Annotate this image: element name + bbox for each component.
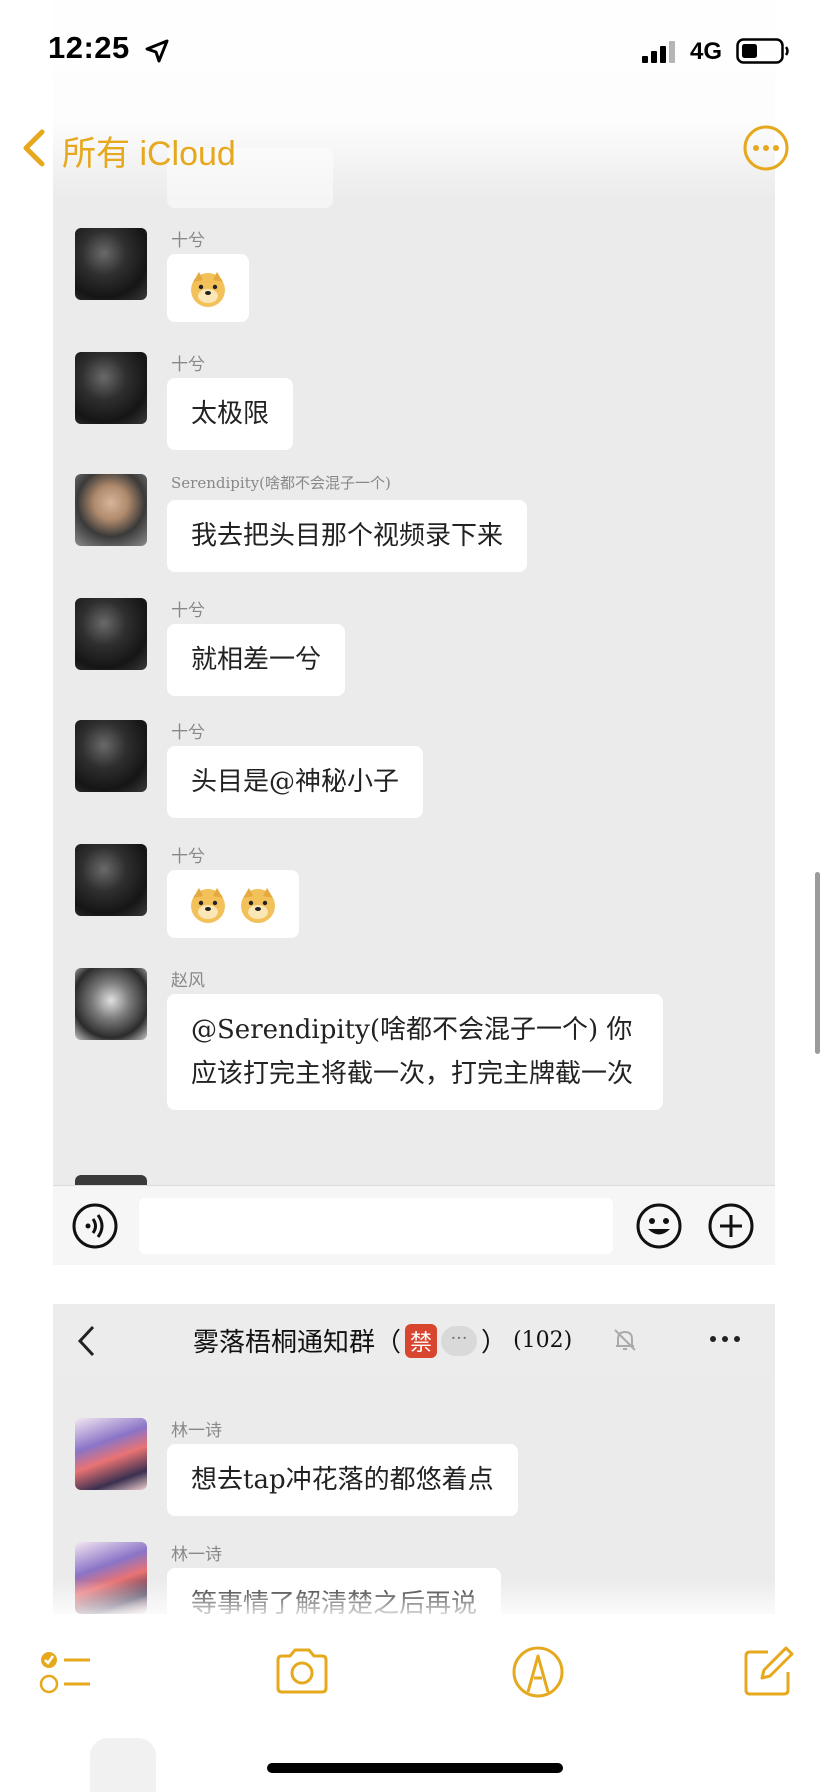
group-chat-header: 雾落梧桐通知群 （ 禁 ··· ） (102) <box>53 1304 775 1376</box>
scroll-indicator[interactable] <box>815 872 820 1054</box>
chevron-left-icon[interactable] <box>75 1324 99 1358</box>
sender-name: 林一诗 <box>171 1545 222 1565</box>
avatar <box>75 968 147 1040</box>
doge-emoji-icon <box>191 888 225 923</box>
sender-name: 十兮 <box>171 601 205 621</box>
status-time: 12:25 <box>48 30 130 65</box>
avatar <box>75 598 147 670</box>
avatar <box>75 352 147 424</box>
compose-icon[interactable] <box>738 1642 798 1702</box>
chat-bubble-tag: ··· <box>441 1325 478 1356</box>
checklist-icon[interactable] <box>36 1642 96 1702</box>
message-bubble: 太极限 <box>167 378 294 450</box>
network-type: 4G <box>690 38 723 65</box>
group-chat-screenshot-image: 雾落梧桐通知群 （ 禁 ··· ） (102) 林一诗 想去tap冲花落的都悠着… <box>53 1304 775 1614</box>
sender-name: 赵风 <box>171 971 205 991</box>
message-bubble: 就相差一兮 <box>167 624 346 696</box>
back-button-label[interactable]: 所有 iCloud <box>62 126 236 175</box>
chevron-left-icon[interactable] <box>18 128 48 168</box>
sender-name: 十兮 <box>171 355 205 375</box>
notes-nav-bar: 所有 iCloud <box>0 110 828 190</box>
location-arrow-icon <box>145 39 169 63</box>
bell-off-icon <box>614 1329 636 1351</box>
title-paren-open: （ <box>375 1328 402 1358</box>
avatar <box>75 720 147 792</box>
faded-content-peek <box>90 1738 156 1792</box>
chat-input-bar <box>53 1185 775 1265</box>
group-name: 雾落梧桐通知群 <box>193 1328 376 1358</box>
more-circle-icon[interactable] <box>742 124 790 172</box>
title-paren-close: ） <box>481 1328 508 1358</box>
avatar <box>75 474 147 546</box>
markup-pen-icon[interactable] <box>508 1642 568 1702</box>
muted-tag: 禁 <box>405 1323 438 1358</box>
signal-bars-icon <box>642 41 675 63</box>
message-bubble: 想去tap冲花落的都悠着点 <box>167 1444 518 1516</box>
plus-icon[interactable] <box>707 1202 755 1250</box>
sender-name: 十兮 <box>171 723 205 743</box>
home-indicator[interactable] <box>267 1763 563 1773</box>
message-bubble <box>167 870 300 938</box>
notes-app-screen: 十兮 十兮 太极限 Serendipity(啥都不会混子一个) 我去把头目那个视… <box>0 0 828 1792</box>
doge-emoji-icon <box>241 888 276 923</box>
voice-icon[interactable] <box>71 1202 119 1250</box>
sender-name: Serendipity(啥都不会混子一个) <box>171 474 391 492</box>
message-bubble <box>167 254 249 322</box>
group-title: 雾落梧桐通知群 （ 禁 ··· ） (102) <box>193 1322 572 1359</box>
battery-icon <box>736 38 789 64</box>
avatar <box>75 228 147 300</box>
partial-avatar <box>75 1175 147 1185</box>
avatar <box>75 844 147 916</box>
status-bar: 12:25 4G <box>0 0 828 100</box>
sender-name: 十兮 <box>171 231 205 251</box>
bottom-fade <box>53 1580 775 1620</box>
doge-emoji-icon <box>191 272 225 307</box>
more-dots-icon[interactable] <box>705 1324 745 1354</box>
emoji-icon[interactable] <box>635 1202 683 1250</box>
message-bubble: @Serendipity(啥都不会混子一个) 你应该打完主将截一次，打完主牌截一… <box>167 994 663 1110</box>
message-input[interactable] <box>139 1198 613 1254</box>
camera-icon[interactable] <box>272 1642 332 1702</box>
sender-name: 林一诗 <box>171 1421 222 1441</box>
message-bubble: 我去把头目那个视频录下来 <box>167 500 528 572</box>
sender-name: 十兮 <box>171 847 205 867</box>
bottom-toolbar <box>0 1618 828 1728</box>
message-bubble: 头目是@神秘小子 <box>167 746 424 818</box>
avatar <box>75 1418 147 1490</box>
member-count: (102) <box>513 1328 573 1353</box>
